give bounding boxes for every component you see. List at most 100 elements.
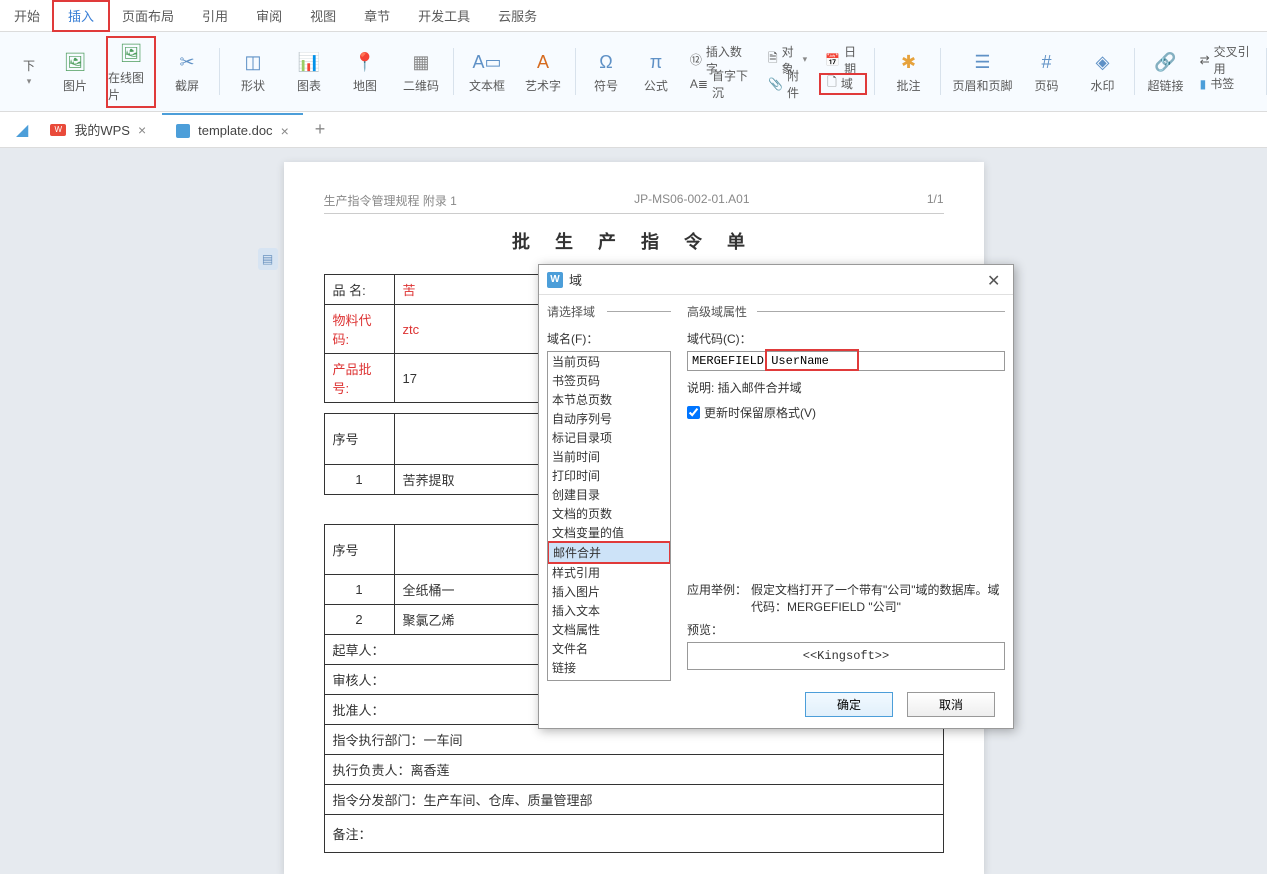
ribbon-field[interactable]: 🗋域 [819,73,867,95]
paperclip-icon: 📎 [768,77,783,91]
ribbon-qr[interactable]: ▦二维码 [396,36,446,108]
crossref-icon: ⇄ [1200,53,1210,67]
field-list-item[interactable]: 链接 [548,658,670,677]
description-label: 说明: 插入邮件合并域 [687,379,1005,396]
field-list-item[interactable]: 插入图片 [548,582,670,601]
menu-chapter[interactable]: 章节 [350,0,404,32]
field-list-item[interactable]: 当前页码 [548,352,670,371]
ribbon-screenshot[interactable]: ✂截屏 [162,36,212,108]
field-list-item[interactable]: 打印时间 [548,466,670,485]
field-list-item[interactable]: 文档属性 [548,620,670,639]
omega-icon: Ω [593,49,619,75]
menu-start[interactable]: 开始 [0,0,54,32]
pi-icon: π [643,49,669,75]
ribbon-symbol[interactable]: Ω符号 [584,36,628,108]
menu-cloud[interactable]: 云服务 [484,0,551,32]
ribbon-shape[interactable]: ◫形状 [228,36,278,108]
ribbon-wordart[interactable]: A艺术字 [518,36,568,108]
menu-view[interactable]: 视图 [296,0,350,32]
ribbon-cross-ref[interactable]: ⇄交叉引用 [1194,49,1259,71]
doc-icon [176,124,190,138]
map-icon: 📍 [352,49,378,75]
ribbon-textbox[interactable]: A▭文本框 [462,36,512,108]
field-icon: 🗋 [827,73,837,94]
menu-review[interactable]: 审阅 [242,0,296,32]
shapes-icon: ◫ [240,49,266,75]
field-list-item[interactable]: 标记目录项 [548,428,670,447]
dialog-title: 域 [569,270,582,289]
close-icon[interactable]: × [281,123,289,139]
wps-logo-icon: W [50,124,66,136]
field-list-item[interactable]: 文件名 [548,639,670,658]
ribbon-attachment[interactable]: 📎附件 [762,73,813,95]
page-header: 生产指令管理规程 附录 1 JP-MS06-002-01.A01 1/1 [324,192,944,214]
dropcap-icon: A≣ [690,77,708,91]
field-list-item[interactable]: 本节总页数 [548,390,670,409]
number-icon: ⑫ [690,51,702,68]
ribbon-picture[interactable]: 🖼图片 [50,36,100,108]
wps-w-icon: W [547,272,563,288]
new-tab-button[interactable]: + [305,119,336,140]
field-list-item[interactable]: 样式引用 [548,563,670,582]
ribbon-chart[interactable]: 📊图表 [284,36,334,108]
ribbon-bookmark[interactable]: ▮书签 [1194,73,1259,95]
close-icon[interactable]: × [138,122,146,138]
menu-reference[interactable]: 引用 [188,0,242,32]
picture-icon: 🖼 [62,49,88,75]
advanced-label: 高级域属性 [687,303,1005,320]
scissors-icon: ✂ [174,49,200,75]
header-footer-icon: ☰ [969,49,995,75]
qr-icon: ▦ [408,49,434,75]
ribbon-date[interactable]: 📅日期 [819,49,867,71]
fieldname-label: 域名(F)： [547,330,671,347]
textbox-icon: A▭ [474,49,500,75]
field-listbox[interactable]: 当前页码书签页码本节总页数自动序列号标记目录项当前时间打印时间创建目录文档的页数… [547,351,671,681]
menu-layout[interactable]: 页面布局 [108,0,188,32]
preview-box: <<Kingsoft>> [687,642,1005,670]
menu-insert[interactable]: 插入 [52,0,110,32]
calendar-icon: 📅 [825,53,840,67]
field-list-item[interactable]: 邮件合并 [547,541,671,564]
pagenum-icon: # [1033,49,1059,75]
ribbon-down[interactable]: 下▾ [14,36,44,108]
ok-button[interactable]: 确定 [805,692,893,717]
wordart-icon: A [530,49,556,75]
ribbon-hyperlink[interactable]: 🔗超链接 [1143,36,1187,108]
ribbon-online-picture[interactable]: 🖼在线图片 [106,36,156,108]
ribbon-map[interactable]: 📍地图 [340,36,390,108]
field-list-item[interactable]: 创建目录 [548,485,670,504]
field-list-item[interactable]: 插入文本 [548,601,670,620]
tab-mywps[interactable]: W 我的WPS × [36,113,160,147]
outline-icon[interactable]: ▤ [258,248,278,270]
field-list-item[interactable]: 当前时间 [548,447,670,466]
field-list-item[interactable]: 文档变量的值 [548,523,670,542]
tab-bar: ◢ W 我的WPS × template.doc × + [0,112,1267,148]
dialog-titlebar[interactable]: W 域 ✕ [539,265,1013,295]
code-label: 域代码(C)： [687,330,1005,347]
field-list-item[interactable]: 自动序列号 [548,409,670,428]
preserve-format-checkbox[interactable] [687,406,700,419]
link-icon: 🔗 [1153,49,1179,75]
cancel-button[interactable]: 取消 [907,692,995,717]
ribbon-pagenum[interactable]: #页码 [1021,36,1071,108]
preview-label: 预览： [687,621,1005,638]
menu-bar: 开始 插入 页面布局 引用 审阅 视图 章节 开发工具 云服务 [0,0,1267,32]
ribbon-formula[interactable]: π公式 [634,36,678,108]
field-list-item[interactable]: 书签页码 [548,371,670,390]
field-dialog: W 域 ✕ 请选择域 域名(F)： 当前页码书签页码本节总页数自动序列号标记目录… [538,264,1014,729]
quick-access-icon[interactable]: ◢ [10,120,34,140]
tab-template-doc[interactable]: template.doc × [162,113,303,147]
online-picture-icon: 🖼 [118,41,144,67]
dialog-close-button[interactable]: ✕ [987,271,1005,289]
menu-devtools[interactable]: 开发工具 [404,0,484,32]
ribbon-comment[interactable]: ✱批注 [883,36,933,108]
ribbon-header-footer[interactable]: ☰页眉和页脚 [949,36,1015,108]
ribbon-dropcap[interactable]: A≣首字下沉 [684,73,756,95]
field-code-input[interactable] [687,351,1005,371]
example-text: 假定文档打开了一个带有"公司"域的数据库。域代码：MERGEFIELD "公司" [751,581,1005,615]
field-list-item[interactable]: 文档的页数 [548,504,670,523]
document-title: 批 生 产 指 令 单 [324,228,944,254]
select-field-label: 请选择域 [547,303,671,320]
ribbon-watermark[interactable]: ◈水印 [1077,36,1127,108]
chart-icon: 📊 [296,49,322,75]
